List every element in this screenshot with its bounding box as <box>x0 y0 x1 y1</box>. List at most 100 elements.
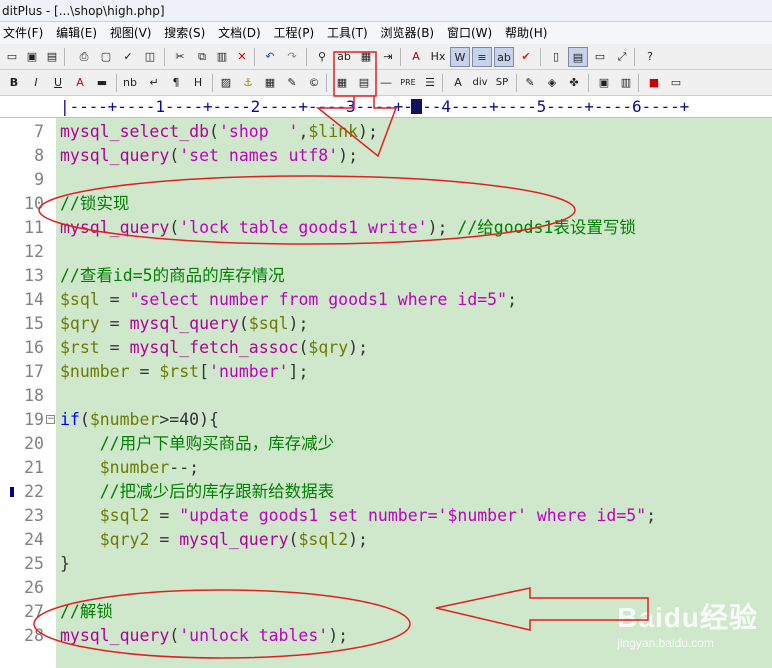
font-color-icon[interactable]: A <box>70 73 90 93</box>
code-line[interactable]: $sql2 = "update goods1 set number='$numb… <box>60 504 656 528</box>
code-line[interactable]: //查看id=5的商品的库存情况 <box>60 264 285 288</box>
hr-icon[interactable]: ― <box>376 73 396 93</box>
code-token: ); <box>348 530 368 549</box>
menu-edit[interactable]: 编辑(E) <box>53 22 97 44</box>
italic-icon[interactable]: I <box>26 73 46 93</box>
paragraph-icon[interactable]: ¶ <box>166 73 186 93</box>
image-icon[interactable]: ▨ <box>216 73 236 93</box>
code-token: , <box>298 122 309 141</box>
delete-icon[interactable]: ✕ <box>232 47 252 67</box>
code-line[interactable]: //用户下单购买商品，库存减少 <box>60 432 334 456</box>
code-line[interactable]: mysql_select_db('shop ',$link); <box>60 120 378 144</box>
find-icon[interactable]: ⚲ <box>312 47 332 67</box>
code-line[interactable]: mysql_query('lock table goods1 write'); … <box>60 216 636 240</box>
menu-help[interactable]: 帮助(H) <box>502 22 547 44</box>
text-icon[interactable]: A <box>448 73 468 93</box>
code-token: 'set names utf8' <box>179 146 339 165</box>
code-line[interactable]: $qry = mysql_query($sql); <box>60 312 308 336</box>
code-token: ); <box>288 314 309 333</box>
menu-search[interactable]: 搜索(S) <box>161 22 205 44</box>
pencil-icon[interactable]: ✎ <box>282 73 302 93</box>
script-icon[interactable]: ✤ <box>564 73 584 93</box>
menu-window[interactable]: 窗口(W) <box>444 22 492 44</box>
fullscreen-icon[interactable]: ⤢ <box>612 47 632 67</box>
form-icon[interactable]: ▤ <box>354 73 374 93</box>
line-number: 20 <box>24 434 44 453</box>
code-token: $number <box>99 458 170 477</box>
heading-icon[interactable]: H <box>188 73 208 93</box>
code-line[interactable]: mysql_query('unlock tables'); <box>60 624 348 648</box>
nbsp-icon[interactable]: nb <box>120 73 140 93</box>
redo-icon[interactable]: ↷ <box>282 47 302 67</box>
new-file-icon[interactable]: ▭ <box>2 47 22 67</box>
code-token: //把减少后的库存跟新给数据表 <box>99 482 335 501</box>
menu-view[interactable]: 视图(V) <box>107 22 152 44</box>
comment-icon[interactable]: © <box>304 73 324 93</box>
pre-icon[interactable]: PRE <box>398 73 418 93</box>
help-icon[interactable]: ? <box>640 47 660 67</box>
menu-file[interactable]: 文件(F) <box>0 22 43 44</box>
menu-tools[interactable]: 工具(T) <box>324 22 368 44</box>
font-icon[interactable]: A <box>406 47 426 67</box>
fold-toggle-icon[interactable]: − <box>46 415 55 424</box>
style-icon[interactable]: ◈ <box>542 73 562 93</box>
code-editor[interactable]: mysql_select_db('shop ',$link); mysql_que… <box>56 118 772 668</box>
save-icon[interactable]: ▣ <box>22 47 42 67</box>
undo-icon[interactable]: ↶ <box>260 47 280 67</box>
find-in-files-icon[interactable]: ▦ <box>356 47 376 67</box>
word-wrap-icon[interactable]: W <box>450 47 470 67</box>
menu-browser[interactable]: 浏览器(B) <box>378 22 435 44</box>
edit-icon[interactable]: ✎ <box>520 73 540 93</box>
code-line[interactable]: mysql_query('set names utf8'); <box>60 144 358 168</box>
code-line[interactable]: $number = $rst['number']; <box>60 360 308 384</box>
code-line[interactable]: //锁实现 <box>60 192 129 216</box>
preview-icon[interactable]: ▢ <box>96 47 116 67</box>
code-line[interactable]: } <box>60 552 70 576</box>
code-line[interactable]: if($number>=40){ <box>60 408 219 432</box>
menu-document[interactable]: 文档(D) <box>215 22 261 44</box>
table-icon[interactable]: ▦ <box>260 73 280 93</box>
break-icon[interactable]: ↵ <box>144 73 164 93</box>
window-icon[interactable]: ▣ <box>594 73 614 93</box>
cliptext-icon[interactable]: ▤ <box>568 47 588 67</box>
print-icon[interactable]: ⎙ <box>74 47 94 67</box>
form-field-icon[interactable]: ▭ <box>666 73 686 93</box>
code-token: mysql_query <box>60 626 170 645</box>
goto-icon[interactable]: ⇥ <box>378 47 398 67</box>
underline-icon[interactable]: U <box>48 73 68 93</box>
code-line[interactable]: $qry2 = mysql_query($sql2); <box>60 528 368 552</box>
line-numbers-icon[interactable]: ≡ <box>472 47 492 67</box>
div-icon[interactable]: div <box>470 73 490 93</box>
html-preview-icon[interactable]: ◫ <box>140 47 160 67</box>
save-all-icon[interactable]: ▤ <box>42 47 62 67</box>
replace-icon[interactable]: ab <box>334 47 354 67</box>
code-token: = <box>129 362 160 381</box>
color-picker-icon[interactable]: ■ <box>644 73 664 93</box>
menu-project[interactable]: 工程(P) <box>271 22 315 44</box>
list-icon[interactable]: ☰ <box>420 73 440 93</box>
directory-window-icon[interactable]: ▯ <box>546 47 566 67</box>
paste-icon[interactable]: ▥ <box>212 47 232 67</box>
cut-icon[interactable]: ✂ <box>170 47 190 67</box>
anchor-icon[interactable]: ⚓ <box>238 73 258 93</box>
bold-icon[interactable]: B <box>4 73 24 93</box>
code-line[interactable]: $rst = mysql_fetch_assoc($qry); <box>60 336 368 360</box>
code-token: //给goods1表设置写锁 <box>457 218 636 237</box>
column-icon[interactable]: ab <box>494 47 514 67</box>
code-line[interactable]: $number--; <box>60 456 199 480</box>
code-token: $number <box>60 362 130 381</box>
panel-icon[interactable]: ▥ <box>616 73 636 93</box>
span-icon[interactable]: SP <box>492 73 512 93</box>
code-line[interactable]: //解锁 <box>60 600 113 624</box>
output-window-icon[interactable]: ▭ <box>590 47 610 67</box>
table-grid-icon[interactable]: ▦ <box>332 73 352 93</box>
code-line[interactable]: //把减少后的库存跟新给数据表 <box>60 480 334 504</box>
check-icon[interactable]: ✔ <box>516 47 536 67</box>
highlight-icon[interactable]: ▬ <box>92 73 112 93</box>
code-line[interactable]: $sql = "select number from goods1 where … <box>60 288 517 312</box>
copy-icon[interactable]: ⧉ <box>192 47 212 67</box>
code-token: ); <box>328 626 349 645</box>
spellcheck-icon[interactable]: ✓ <box>118 47 138 67</box>
hex-icon[interactable]: Hx <box>428 47 448 67</box>
line-number: 12 <box>24 242 44 261</box>
